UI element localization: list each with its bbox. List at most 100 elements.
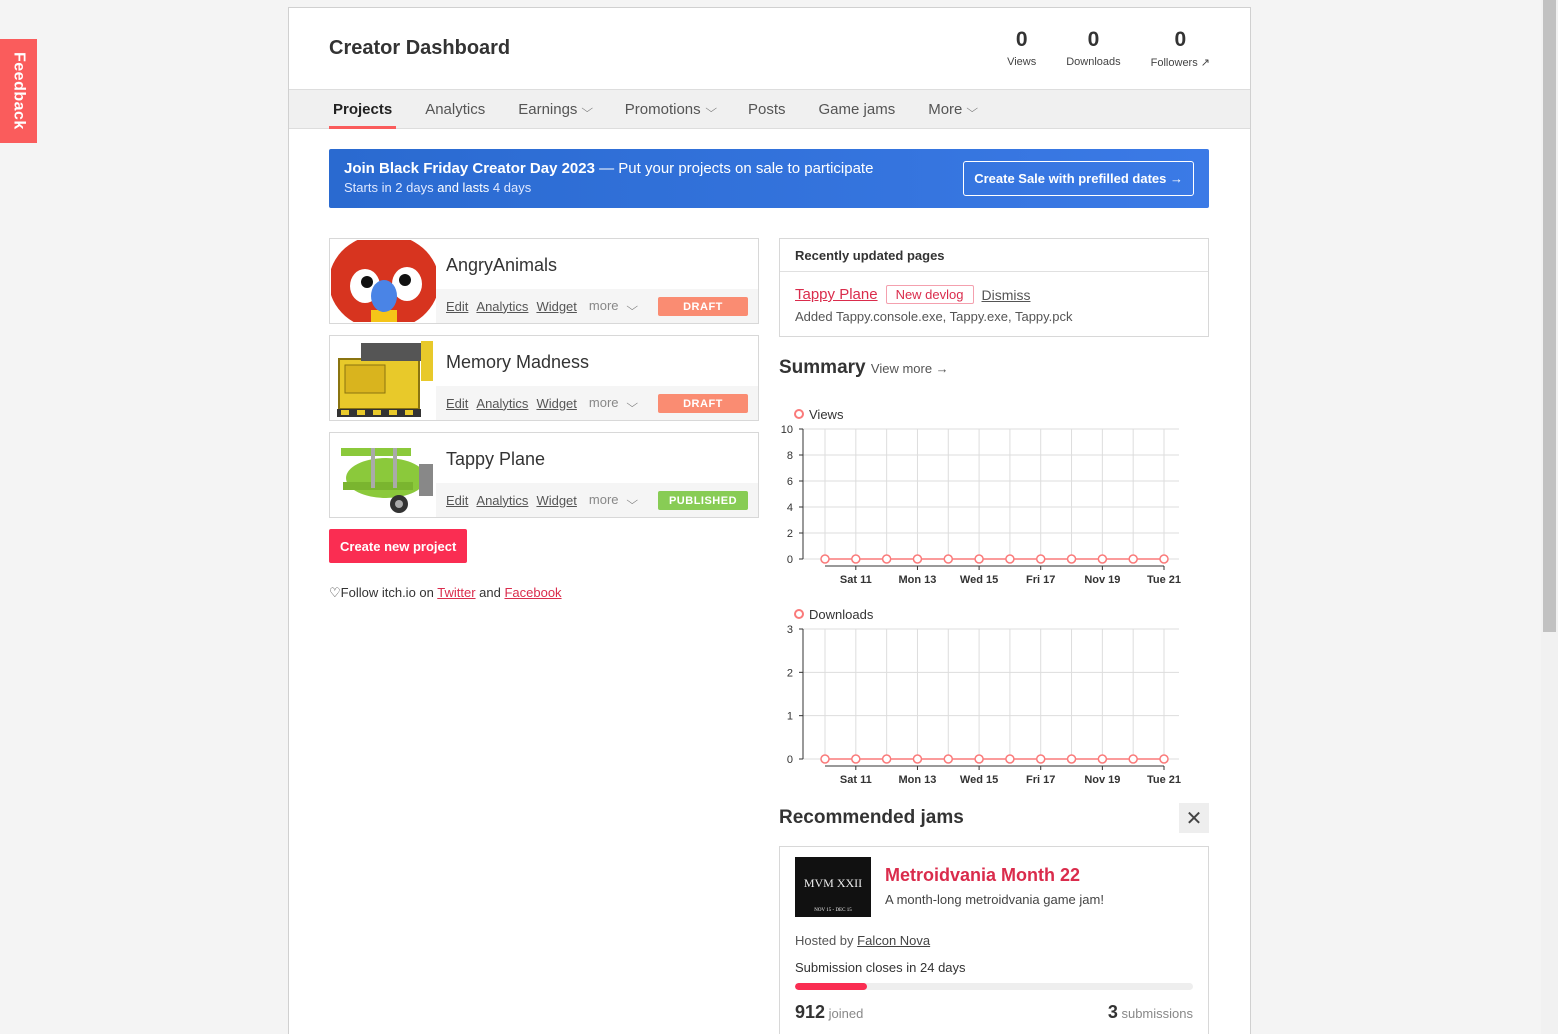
tab-posts[interactable]: Posts: [744, 90, 790, 128]
project-card: Tappy Plane Edit Analytics Widget more ⌵…: [329, 432, 759, 518]
feedback-tab[interactable]: Feedback: [0, 39, 37, 143]
promo-banner: Join Black Friday Creator Day 2023 — Put…: [329, 149, 1209, 208]
jam-card: MVM XXII NOV 15 - DEC 15 Metroidvania Mo…: [779, 846, 1209, 1034]
edit-link[interactable]: Edit: [446, 396, 468, 411]
data-point: [943, 754, 954, 764]
downloads-chart: Downloads 0 1 2 3 Sat 11 Mon 13 Wed 15 Fri 17 Nov…: [787, 607, 1181, 786]
data-point: [1159, 554, 1169, 564]
new-devlog-button[interactable]: New devlog: [885, 285, 974, 304]
stat-label[interactable]: Followers ↗: [1151, 56, 1210, 69]
twitter-link[interactable]: Twitter: [437, 585, 475, 600]
jam-closes: Submission closes in 24 days: [795, 960, 966, 975]
data-point: [851, 554, 861, 564]
edit-link[interactable]: Edit: [446, 493, 468, 508]
data-point: [881, 754, 892, 764]
banner-starts: in 2 days: [381, 180, 434, 195]
joined-count: 912: [795, 1002, 826, 1022]
create-sale-button[interactable]: Create Sale with prefilled dates →: [963, 161, 1194, 196]
view-more-link[interactable]: View more →: [871, 361, 949, 376]
y-tick-label: 4: [787, 502, 793, 514]
stat-downloads: 0 Downloads: [1066, 28, 1120, 69]
y-tick-label: 3: [787, 624, 793, 636]
data-point: [1035, 754, 1046, 764]
project-thumbnail[interactable]: [331, 337, 436, 419]
tab-projects[interactable]: Projects: [329, 90, 397, 129]
more-dropdown[interactable]: more ⌵: [588, 395, 639, 411]
stat-value: 0: [1015, 28, 1028, 51]
jam-submissions: 3 submissions: [1108, 1002, 1193, 1023]
chevron-down-icon: ⌵: [581, 102, 594, 115]
data-point: [1097, 754, 1108, 764]
tab-label: Projects: [333, 100, 393, 118]
banner-starts-pre: Starts: [344, 180, 382, 195]
tab-label: Game jams: [818, 100, 896, 118]
y-tick-label: 6: [787, 476, 793, 488]
tab-more[interactable]: More ⌵: [924, 90, 981, 128]
tab-label: Analytics: [425, 100, 486, 118]
stat-value: 0: [1087, 28, 1100, 51]
project-thumbnail[interactable]: [331, 240, 436, 322]
dashboard-panel: Creator Dashboard 0 Views 0 Downloads 0 …: [288, 7, 1251, 1034]
jam-joined: 912 joined: [795, 1002, 863, 1023]
project-title[interactable]: Tappy Plane: [446, 449, 545, 470]
nav-tabs: Projects Analytics Earnings ⌵ Promotions ⌵…: [289, 89, 1250, 129]
close-icon[interactable]: ✕: [1179, 803, 1209, 833]
x-tick-label: Mon 13: [899, 574, 937, 586]
x-tick-label: Tue 21: [1147, 774, 1181, 786]
y-tick-label: 1: [787, 711, 793, 723]
jam-host: Hosted by Falcon Nova: [795, 933, 930, 948]
tab-game-jams[interactable]: Game jams: [815, 90, 900, 128]
project-thumbnail[interactable]: [331, 434, 436, 516]
chevron-down-icon: ⌵: [626, 495, 639, 507]
tab-earnings[interactable]: Earnings ⌵: [514, 90, 596, 128]
chevron-down-icon: ⌵: [626, 398, 639, 410]
dismiss-link[interactable]: Dismiss: [982, 287, 1031, 303]
host-link[interactable]: Falcon Nova: [857, 933, 930, 948]
summary-heading: Summary View more →: [779, 357, 1209, 379]
widget-link[interactable]: Widget: [536, 493, 576, 508]
project-title[interactable]: Memory Madness: [446, 352, 589, 373]
feedback-label: Feedback: [10, 52, 28, 130]
banner-lasts-pre: and lasts: [433, 180, 493, 195]
legend-label: Downloads: [809, 607, 874, 622]
facebook-link[interactable]: Facebook: [504, 585, 561, 600]
jam-title[interactable]: Metroidvania Month 22: [885, 865, 1080, 886]
y-tick-label: 2: [787, 528, 793, 540]
widget-link[interactable]: Widget: [536, 396, 576, 411]
chevron-down-icon: ⌵: [704, 102, 717, 115]
data-point: [912, 554, 923, 564]
legend-marker: [794, 609, 804, 619]
stat-followers[interactable]: 0 Followers ↗: [1151, 28, 1210, 69]
edit-link[interactable]: Edit: [446, 299, 468, 314]
joined-label: joined: [828, 1006, 864, 1021]
analytics-link[interactable]: Analytics: [476, 396, 528, 411]
jam-image-dates: NOV 15 - DEC 15: [814, 908, 852, 913]
tab-analytics[interactable]: Analytics: [421, 90, 489, 128]
project-title[interactable]: AngryAnimals: [446, 255, 557, 276]
scrollbar[interactable]: [1541, 0, 1558, 1034]
legend-label: Views: [809, 407, 844, 422]
analytics-link[interactable]: Analytics: [476, 299, 528, 314]
more-dropdown[interactable]: more ⌵: [589, 298, 638, 314]
follow-line: ♡Follow itch.io on Twitter and Facebook: [329, 585, 759, 601]
data-point: [820, 754, 830, 764]
stats: 0 Views 0 Downloads 0 Followers ↗: [1007, 28, 1210, 69]
jam-image[interactable]: MVM XXII NOV 15 - DEC 15: [795, 857, 871, 917]
submissions-label: submissions: [1121, 1006, 1193, 1021]
analytics-link[interactable]: Analytics: [476, 493, 528, 508]
y-tick-label: 0: [787, 554, 793, 566]
create-project-button[interactable]: Create new project: [329, 529, 468, 563]
projects-column: AngryAnimals Edit Analytics Widget more …: [329, 238, 759, 601]
widget-link[interactable]: Widget: [536, 299, 576, 314]
data-point: [912, 754, 923, 764]
more-dropdown[interactable]: more ⌵: [589, 492, 639, 508]
x-tick-label: Wed 15: [960, 574, 998, 586]
more-label: more: [588, 395, 619, 410]
recent-pages-box: Recently updated pages Tappy Plane New d…: [779, 238, 1209, 337]
x-tick-label: Wed 15: [960, 774, 998, 786]
scrollbar-thumb[interactable]: [1543, 0, 1556, 632]
recent-page-link[interactable]: Tappy Plane: [795, 286, 878, 303]
data-point: [943, 554, 954, 564]
tab-promotions[interactable]: Promotions ⌵: [621, 90, 719, 128]
data-point: [1128, 754, 1138, 764]
